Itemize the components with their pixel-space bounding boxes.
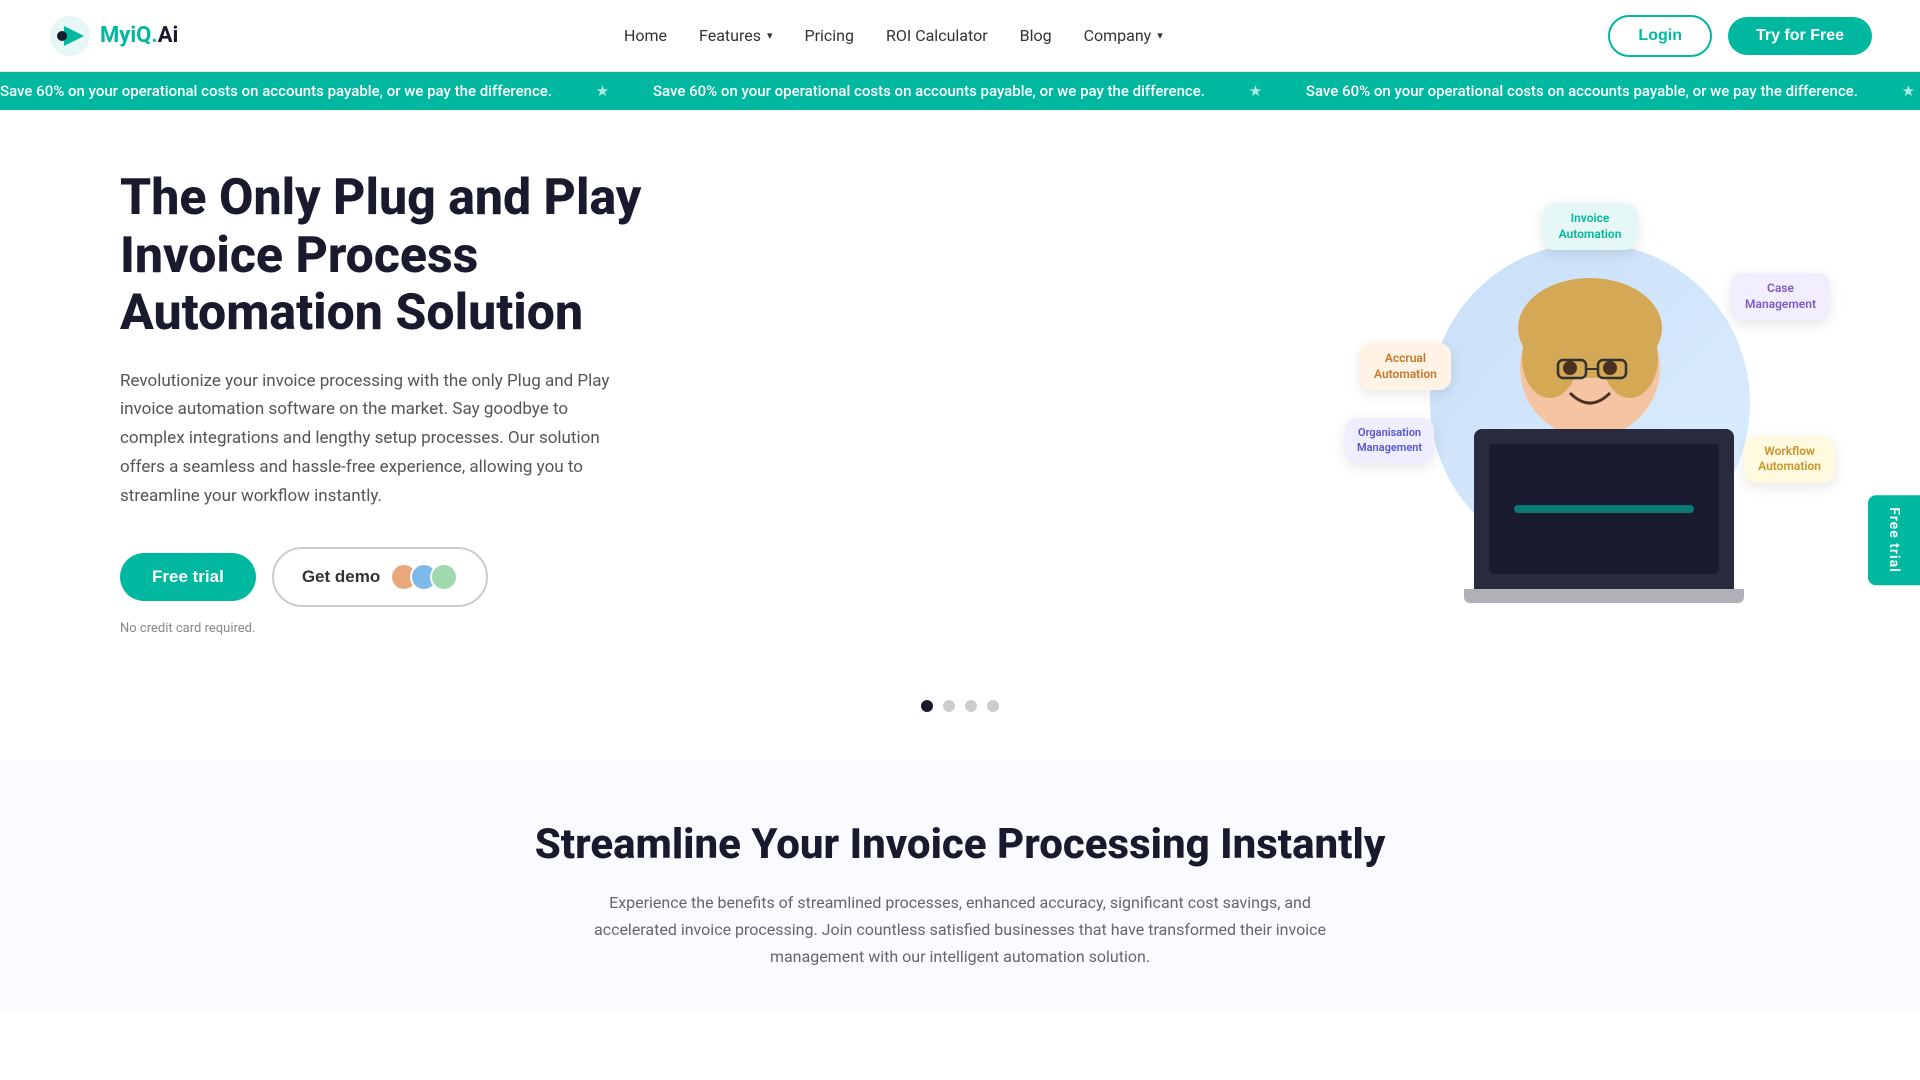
floating-trial-button[interactable]: Free trial: [1868, 495, 1920, 585]
ticker-separator-3: ★: [1902, 82, 1915, 100]
ticker-separator-2: ★: [1249, 82, 1262, 100]
hero-buttons: Free trial Get demo: [120, 547, 680, 607]
nav-home[interactable]: Home: [624, 26, 667, 45]
bubble-organisation-management: Organisation Management: [1345, 418, 1434, 463]
bubble-invoice-automation: Invoice Automation: [1543, 203, 1638, 250]
no-credit-card-text: No credit card required.: [120, 621, 680, 636]
hero-content: The Only Plug and Play Invoice Process A…: [120, 170, 680, 636]
demo-avatars: [390, 563, 458, 591]
carousel-dots: [0, 676, 1920, 760]
laptop-illustration: [1464, 429, 1744, 603]
nav-roi-calculator[interactable]: ROI Calculator: [886, 26, 988, 45]
get-demo-button[interactable]: Get demo: [272, 547, 488, 607]
avatar-3: [430, 563, 458, 591]
hero-section: The Only Plug and Play Invoice Process A…: [0, 110, 1920, 676]
nav-blog[interactable]: Blog: [1020, 26, 1052, 45]
carousel-dot-2[interactable]: [943, 700, 955, 712]
nav-actions: Login Try for Free: [1608, 15, 1872, 57]
ticker-separator: ★: [596, 82, 609, 100]
hero-illustration: Invoice Automation Accrual Automation Ca…: [1340, 183, 1840, 623]
hero-description: Revolutionize your invoice processing wi…: [120, 367, 620, 511]
nav-company[interactable]: Company ▾: [1084, 26, 1163, 45]
streamline-title: Streamline Your Invoice Processing Insta…: [120, 820, 1800, 869]
hero-title: The Only Plug and Play Invoice Process A…: [120, 170, 680, 343]
bubble-accrual-automation: Accrual Automation: [1360, 343, 1451, 390]
streamline-section: Streamline Your Invoice Processing Insta…: [0, 760, 1920, 1011]
logo[interactable]: MyiQ.Ai: [48, 14, 178, 58]
try-free-button[interactable]: Try for Free: [1728, 17, 1872, 55]
nav-links: Home Features ▾ Pricing ROI Calculator B…: [624, 26, 1163, 45]
ticker-banner: Save 60% on your operational costs on ac…: [0, 72, 1920, 110]
login-button[interactable]: Login: [1608, 15, 1712, 57]
carousel-dot-1[interactable]: [921, 700, 933, 712]
ticker-content: Save 60% on your operational costs on ac…: [0, 82, 1920, 100]
free-trial-button[interactable]: Free trial: [120, 553, 256, 601]
features-chevron-icon: ▾: [767, 29, 773, 42]
bubble-case-management: Case Management: [1731, 273, 1830, 320]
carousel-dot-3[interactable]: [965, 700, 977, 712]
nav-features[interactable]: Features ▾: [699, 26, 772, 45]
logo-icon: [48, 14, 92, 58]
bubble-workflow-automation: Workflow Automation: [1744, 436, 1835, 483]
nav-pricing[interactable]: Pricing: [805, 26, 855, 45]
logo-text: MyiQ.Ai: [100, 23, 178, 48]
carousel-dot-4[interactable]: [987, 700, 999, 712]
streamline-description: Experience the benefits of streamlined p…: [570, 889, 1350, 971]
navigation: MyiQ.Ai Home Features ▾ Pricing ROI Calc…: [0, 0, 1920, 72]
company-chevron-icon: ▾: [1157, 29, 1163, 42]
